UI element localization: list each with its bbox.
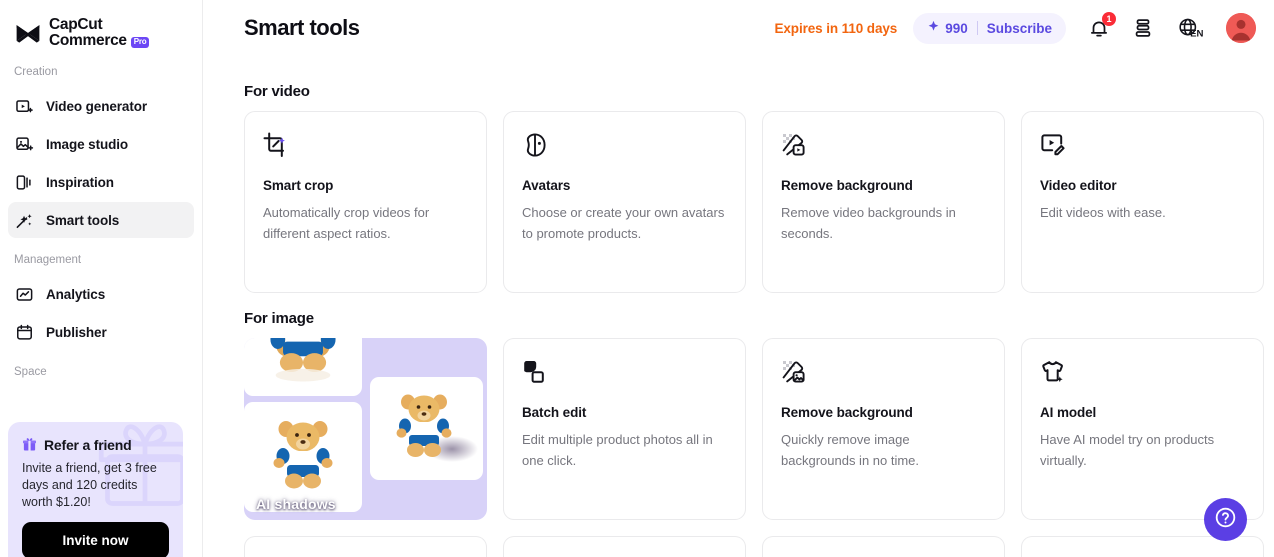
for-image-card-row: AI shadows Batch edit Edit multiple prod… (244, 338, 1274, 520)
sidebar-item-analytics[interactable]: Analytics (8, 276, 194, 312)
capcut-logo-icon (14, 19, 42, 47)
tool-card-title: Smart crop (263, 178, 334, 193)
sidebar-item-inspiration[interactable]: Inspiration (8, 164, 194, 200)
sidebar-item-image-studio[interactable]: Image studio (8, 126, 194, 162)
smart-crop-icon (263, 132, 289, 158)
top-bar-actions: Expires in 110 days 990 Subscribe 1 EN (775, 12, 1256, 44)
tool-card-title: Avatars (522, 178, 571, 193)
brand-logo[interactable]: CapCut Commerce Pro (0, 0, 202, 52)
tool-card-title: Remove background (781, 405, 913, 420)
tool-card-description: Choose or create your own avatars to pro… (522, 205, 725, 241)
main-content: Smart tools Expires in 110 days 990 Subs… (203, 0, 1274, 557)
tool-card-remove-background-video[interactable]: Remove background Remove video backgroun… (762, 111, 1005, 293)
next-card-row-partial (244, 536, 1274, 557)
tool-card-description: Automatically crop videos for different … (263, 205, 430, 241)
gift-icon (22, 436, 37, 453)
sidebar-label: Video generator (46, 98, 148, 114)
inspiration-icon (15, 173, 34, 192)
tool-card-description: Quickly remove image backgrounds in no t… (781, 432, 920, 468)
user-avatar[interactable] (1226, 13, 1256, 43)
tool-card-ai-model[interactable]: AI model Have AI model try on products v… (1021, 338, 1264, 520)
sidebar-item-video-generator[interactable]: Video generator (8, 88, 194, 124)
sidebar-label: Smart tools (46, 212, 120, 228)
nav-group-label-management: Management (14, 254, 82, 266)
video-editor-icon (1040, 132, 1066, 158)
svg-text:EN: EN (1190, 28, 1203, 39)
tool-card-batch-edit[interactable]: Batch edit Edit multiple product photos … (503, 338, 746, 520)
nav-group-label-space: Space (14, 366, 47, 378)
tool-card-title: Batch edit (522, 405, 587, 420)
brand-line-1: CapCut (49, 15, 103, 33)
video-generator-icon (15, 97, 34, 116)
magic-wand-icon (15, 211, 34, 230)
sidebar-item-smart-tools[interactable]: Smart tools (8, 202, 194, 238)
section-heading-for-image: For image (244, 310, 314, 327)
help-button[interactable] (1204, 498, 1247, 541)
analytics-icon (15, 285, 34, 304)
workspace-switcher-button[interactable] (1132, 17, 1154, 39)
sidebar-item-publisher[interactable]: Publisher (8, 314, 194, 350)
refer-a-friend-card[interactable]: Refer a friend Invite a friend, get 3 fr… (8, 422, 183, 557)
tool-card-partial[interactable] (244, 536, 487, 557)
notification-badge: 1 (1102, 12, 1116, 26)
batch-edit-icon (522, 359, 548, 385)
brand-wordmark: CapCut Commerce Pro (49, 15, 150, 50)
pro-badge: Pro (130, 36, 150, 48)
invite-now-button[interactable]: Invite now (22, 522, 169, 557)
section-heading-for-video: For video (244, 83, 310, 100)
credits-pill: 990 Subscribe (913, 12, 1066, 44)
remove-background-image-icon (781, 359, 807, 385)
tool-card-description: Edit multiple product photos all in one … (522, 432, 713, 468)
promo-card-ai-shadows[interactable]: AI shadows (244, 338, 487, 520)
tool-card-description: Remove video backgrounds in seconds. (781, 205, 956, 241)
tool-card-remove-background-image[interactable]: Remove background Quickly remove image b… (762, 338, 1005, 520)
refer-title: Refer a friend (44, 436, 132, 453)
sidebar-label: Inspiration (46, 174, 114, 190)
tool-card-video-editor[interactable]: Video editor Edit videos with ease. (1021, 111, 1264, 293)
app-root: CapCut Commerce Pro Creation Video gener… (0, 0, 1274, 557)
sidebar-label: Image studio (46, 136, 129, 152)
credits-balance[interactable]: 990 (927, 20, 968, 36)
nav-group-label-creation: Creation (14, 66, 58, 78)
expires-label[interactable]: Expires in 110 days (775, 21, 898, 36)
brand-line-2: Commerce (49, 32, 127, 49)
calendar-icon (15, 323, 34, 342)
for-video-card-row: Smart crop Automatically crop videos for… (244, 111, 1274, 293)
ai-model-icon (1040, 359, 1066, 385)
refer-description: Invite a friend, get 3 free days and 120… (22, 461, 157, 509)
tool-card-title: Video editor (1040, 178, 1117, 193)
promo-label: AI shadows (256, 496, 336, 512)
remove-background-video-icon (781, 132, 807, 158)
sidebar-label: Analytics (46, 286, 106, 302)
sidebar: CapCut Commerce Pro Creation Video gener… (0, 0, 203, 557)
promo-thumbnail-after (370, 377, 483, 480)
tool-card-description: Have AI model try on products virtually. (1040, 432, 1215, 468)
tool-card-smart-crop[interactable]: Smart crop Automatically crop videos for… (244, 111, 487, 293)
tool-card-title: Remove background (781, 178, 913, 193)
subscribe-button[interactable]: Subscribe (987, 21, 1052, 36)
tool-card-description: Edit videos with ease. (1040, 205, 1166, 220)
tool-card-title: AI model (1040, 405, 1097, 420)
tools-content: For video Smart crop Automatically crop … (203, 56, 1274, 557)
image-studio-icon (15, 135, 34, 154)
language-switcher-button[interactable]: EN (1176, 17, 1206, 39)
sidebar-label: Publisher (46, 324, 107, 340)
help-circle-icon (1214, 506, 1237, 534)
credits-value: 990 (945, 20, 968, 36)
top-bar: Smart tools Expires in 110 days 990 Subs… (203, 0, 1274, 56)
sparkle-icon (927, 20, 940, 36)
tool-card-partial[interactable] (762, 536, 1005, 557)
pill-divider (976, 21, 978, 35)
tool-card-partial[interactable] (503, 536, 746, 557)
tool-card-avatars[interactable]: Avatars Choose or create your own avatar… (503, 111, 746, 293)
avatars-icon (522, 132, 548, 158)
notifications-button[interactable]: 1 (1088, 12, 1116, 39)
promo-thumbnail-top (244, 338, 362, 396)
page-title: Smart tools (244, 15, 360, 40)
